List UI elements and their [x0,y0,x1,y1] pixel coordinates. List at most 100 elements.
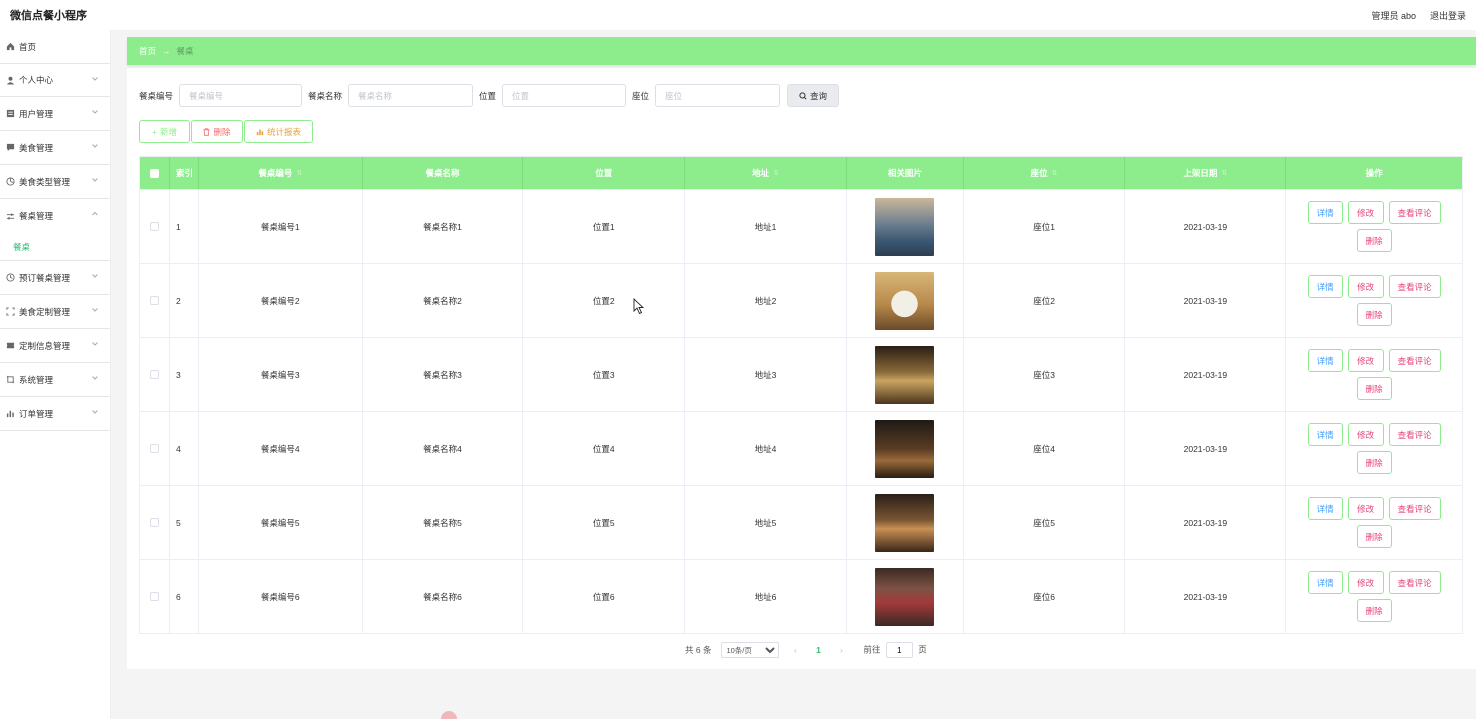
select-all-cell[interactable] [140,157,170,189]
header-address[interactable]: 地址 ⇅ [685,157,847,189]
select-all-checkbox[interactable] [149,168,159,178]
row-seat: 座位4 [964,412,1126,485]
row-date: 2021-03-19 [1125,412,1287,485]
edit-button[interactable]: 修改 [1347,571,1384,594]
row-table-no: 餐桌编号6 [199,560,363,633]
table-no-input[interactable] [179,84,303,107]
page-number-current[interactable]: 1 [811,645,825,655]
table-list: 索引 餐桌编号 ⇅ 餐桌名称 位置 地址 ⇅ 相关图片 座位 ⇅ 上架日期 ⇅ 操作 1… [139,156,1463,634]
sidebar-item-label: 预订餐桌管理 [19,272,71,283]
row-select-cell[interactable] [140,560,170,633]
seat-label: 座位 [632,90,650,101]
row-select-cell[interactable] [140,338,170,411]
add-button[interactable]: + 新增 [139,120,190,143]
header-label: 操作 [1365,168,1383,178]
restaurant-photo[interactable] [875,419,935,478]
page-size-select[interactable]: 10条/页 [721,642,780,658]
detail-button[interactable]: 详情 [1307,349,1343,372]
edit-button[interactable]: 修改 [1347,275,1384,298]
row-date: 2021-03-19 [1125,560,1287,633]
row-delete-button[interactable]: 删除 [1356,229,1392,252]
sidebar-item-food-type[interactable]: 美食类型管理 [0,165,110,199]
row-select-cell[interactable] [140,264,170,337]
admin-label: 管理员 abo [1371,10,1416,21]
row-delete-button[interactable]: 删除 [1356,451,1392,474]
row-delete-button[interactable]: 删除 [1356,525,1392,548]
sidebar-item-custom-info[interactable]: 定制信息管理 [0,329,110,363]
goto-page-input[interactable] [885,642,913,658]
breadcrumb-home[interactable]: 首页 [139,45,156,57]
edit-button[interactable]: 修改 [1347,201,1384,224]
row-table-name: 餐桌名称2 [363,264,524,337]
header-table-no[interactable]: 餐桌编号 ⇅ [199,157,363,189]
view-reviews-button[interactable]: 查看评论 [1388,201,1441,224]
position-label: 位置 [479,90,497,101]
row-address: 地址3 [685,338,847,411]
edit-button[interactable]: 修改 [1347,497,1384,520]
table-name-input[interactable] [348,84,474,107]
detail-button[interactable]: 详情 [1307,497,1343,520]
restaurant-photo[interactable] [875,271,935,330]
table-row: 6 餐桌编号6 餐桌名称6 位置6 地址6 座位6 2021-03-19 详情 … [140,559,1462,633]
header-seat[interactable]: 座位 ⇅ [964,157,1126,189]
view-reviews-button[interactable]: 查看评论 [1388,275,1441,298]
row-delete-button[interactable]: 删除 [1356,303,1392,326]
row-checkbox[interactable] [149,444,159,453]
sort-icon[interactable]: ⇅ [1052,169,1058,177]
sort-icon[interactable]: ⇅ [1221,169,1227,177]
sidebar-item-orders[interactable]: 订单管理 [0,397,110,431]
row-checkbox[interactable] [149,518,159,527]
header-date[interactable]: 上架日期 ⇅ [1125,157,1287,189]
row-delete-button[interactable]: 删除 [1356,599,1392,622]
prev-page-icon[interactable]: ‹ [787,645,803,655]
sort-icon[interactable]: ⇅ [773,169,779,177]
stats-button-label: 统计报表 [266,126,301,137]
row-checkbox[interactable] [149,222,159,231]
query-button[interactable]: 查询 [787,84,840,107]
detail-button[interactable]: 详情 [1307,275,1343,298]
restaurant-photo[interactable] [875,197,935,256]
detail-button[interactable]: 详情 [1307,423,1343,446]
view-reviews-button[interactable]: 查看评论 [1388,571,1441,594]
sidebar-item-system[interactable]: 系统管理 [0,363,110,397]
restaurant-photo[interactable] [875,493,935,552]
row-checkbox[interactable] [149,370,159,379]
sidebar-item-custom[interactable]: 美食定制管理 [0,295,110,329]
row-address: 地址5 [685,486,847,559]
row-checkbox[interactable] [149,592,159,601]
row-table-name: 餐桌名称3 [363,338,524,411]
sidebar-subitem-table[interactable]: 餐桌 [0,233,110,261]
sidebar-item-booking[interactable]: 预订餐桌管理 [0,261,110,295]
sidebar-item-profile[interactable]: 个人中心 [0,63,110,97]
position-input[interactable] [502,84,627,107]
view-reviews-button[interactable]: 查看评论 [1388,497,1441,520]
row-select-cell[interactable] [140,190,170,263]
view-reviews-button[interactable]: 查看评论 [1388,423,1441,446]
sidebar-item-home[interactable]: 首页 [0,30,110,63]
header-label: 相关图片 [887,168,922,178]
seat-input[interactable] [655,84,781,107]
sidebar-item-users[interactable]: 用户管理 [0,97,110,131]
floating-badge-icon[interactable] [441,711,457,719]
detail-button[interactable]: 详情 [1307,571,1343,594]
row-delete-button[interactable]: 删除 [1356,377,1392,400]
sidebar-item-food[interactable]: 美食管理 [0,131,110,165]
users-icon [5,109,15,119]
delete-button[interactable]: 删除 [191,120,243,143]
row-checkbox[interactable] [149,296,159,305]
view-reviews-button[interactable]: 查看评论 [1388,349,1441,372]
restaurant-photo[interactable] [875,345,935,404]
row-select-cell[interactable] [140,486,170,559]
stats-report-button[interactable]: 统计报表 [244,120,313,143]
row-select-cell[interactable] [140,412,170,485]
logout-link[interactable]: 退出登录 [1430,9,1466,22]
edit-button[interactable]: 修改 [1347,423,1384,446]
restaurant-photo[interactable] [875,567,935,626]
sidebar-item-table-manage[interactable]: 餐桌管理 [0,199,110,233]
main-content: 餐桌编号 餐桌名称 位置 座位 查询 + 新增 删除 统计报表 索引 餐桌编号 [127,68,1476,669]
breadcrumb-separator: → [162,46,171,56]
detail-button[interactable]: 详情 [1307,201,1343,224]
next-page-icon[interactable]: › [833,645,849,655]
edit-button[interactable]: 修改 [1347,349,1384,372]
sort-icon[interactable]: ⇅ [296,169,302,177]
